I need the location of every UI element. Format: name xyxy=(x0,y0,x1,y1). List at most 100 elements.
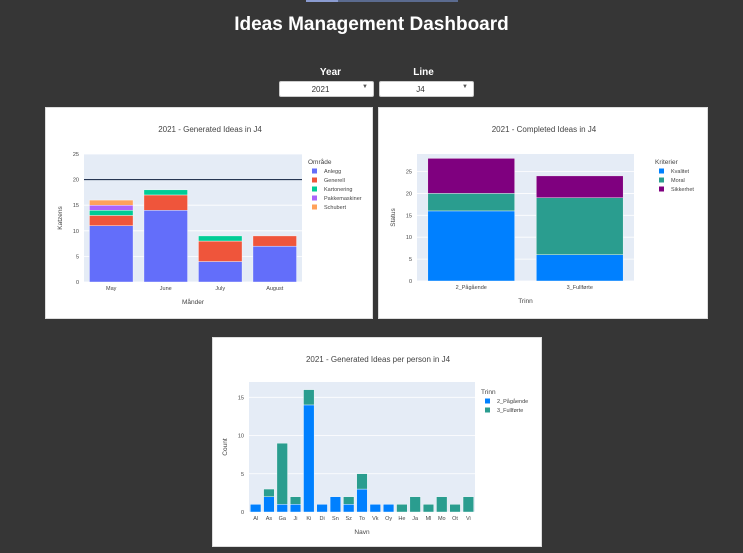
bar-segment xyxy=(263,496,275,513)
chart-title: 2021 - Completed Ideas in J4 xyxy=(492,125,597,134)
bar-segment xyxy=(250,504,262,513)
page-title: Ideas Management Dashboard xyxy=(234,14,509,35)
y-tick-label: 15 xyxy=(406,213,412,219)
bar-segment xyxy=(276,504,288,513)
x-tick-label: 2_Pågående xyxy=(456,284,487,291)
legend-label: Pakkemaskiner xyxy=(324,196,362,202)
legend-swatch xyxy=(312,195,317,201)
y-tick-label: 15 xyxy=(73,203,79,209)
bar-segment xyxy=(356,473,368,490)
legend-swatch xyxy=(312,204,317,210)
bar-segment xyxy=(422,504,434,513)
bar-segment xyxy=(536,175,624,198)
generated-ideas-chart[interactable]: 2021 - Generated Ideas in J4 0 5 10 15 20 25 Ma… xyxy=(46,108,374,320)
legend-label: Anlegg xyxy=(324,169,341,175)
legend-label: Sikkerhet xyxy=(671,187,694,193)
bar-segment xyxy=(303,389,315,406)
bar-segment xyxy=(252,235,297,247)
y-tick-label: 25 xyxy=(406,170,412,176)
bar-segment xyxy=(427,193,515,212)
year-dropdown[interactable]: 2021 ▼ xyxy=(279,81,374,97)
x-tick-label: Ki xyxy=(306,516,311,522)
bar-segment xyxy=(329,496,341,513)
line-dropdown[interactable]: J4 ▼ xyxy=(379,81,474,97)
bar-segment xyxy=(198,240,243,262)
bar-segment xyxy=(396,504,408,513)
x-tick-label: As xyxy=(266,516,273,522)
legend-label: Kvalitet xyxy=(671,169,690,175)
bar-segment xyxy=(89,215,134,226)
x-tick-label: Sn xyxy=(332,516,339,522)
y-tick-label: 10 xyxy=(238,434,244,440)
legend-title: Kriterier xyxy=(655,159,679,166)
bar-segment xyxy=(436,496,448,513)
x-tick-label: July xyxy=(215,286,225,292)
bar-segment xyxy=(89,204,134,211)
bar-segment xyxy=(427,158,515,194)
ideas-per-person-chart[interactable]: 2021 - Generated Ideas per person in J4 0… xyxy=(213,338,543,548)
x-tick-label: June xyxy=(160,286,172,292)
x-tick-label: May xyxy=(106,286,117,292)
legend-swatch xyxy=(312,177,317,183)
chevron-down-icon: ▼ xyxy=(462,84,468,90)
completed-ideas-card: 2021 - Completed Ideas in J4 0 5 10 15 20 25 2_… xyxy=(378,107,708,319)
legend-swatch xyxy=(312,186,317,192)
x-tick-label: Sz xyxy=(345,516,352,522)
bar-segment xyxy=(536,197,624,255)
bar-segment xyxy=(290,504,302,513)
y-tick-label: 5 xyxy=(241,472,244,478)
line-dropdown-value: J4 xyxy=(416,85,425,94)
x-tick-label: Ji xyxy=(294,516,298,522)
legend-swatch xyxy=(659,186,664,192)
generated-ideas-card: 2021 - Generated Ideas in J4 0 5 10 15 20 25 Ma… xyxy=(45,107,373,319)
bar-segment xyxy=(263,488,275,497)
chart-title: 2021 - Generated Ideas per person in J4 xyxy=(306,355,451,364)
legend-title: Område xyxy=(308,158,332,166)
bar-segment xyxy=(427,210,515,282)
x-tick-label: 3_Fullførte xyxy=(567,285,593,291)
bar-segment xyxy=(290,496,302,505)
x-tick-label: Ml xyxy=(426,516,432,522)
x-tick-label: Vk xyxy=(372,516,379,522)
legend-label: Kartonering xyxy=(324,187,352,193)
bar-segment xyxy=(143,194,188,211)
bar-segment xyxy=(383,504,395,513)
x-axis-title: Navn xyxy=(354,529,370,536)
bar-segment xyxy=(252,245,297,283)
x-tick-label: Ga xyxy=(279,516,287,522)
legend-swatch xyxy=(485,407,490,413)
line-filter-label: Line xyxy=(413,67,434,78)
completed-ideas-chart[interactable]: 2021 - Completed Ideas in J4 0 5 10 15 20 25 2_… xyxy=(379,108,709,320)
bar-segment xyxy=(276,442,288,505)
ideas-per-person-card: 2021 - Generated Ideas per person in J4 0… xyxy=(212,337,542,547)
x-tick-label: Al xyxy=(253,516,258,522)
legend-swatch xyxy=(485,398,490,404)
bar-segment xyxy=(198,261,243,283)
y-tick-label: 0 xyxy=(241,510,244,516)
legend-swatch xyxy=(659,177,664,183)
y-tick-label: 20 xyxy=(406,191,412,197)
legend-label: 3_Fullførte xyxy=(497,408,523,414)
x-axis-title: Månder xyxy=(182,298,205,306)
bar-segment xyxy=(409,496,421,513)
bar-segment xyxy=(89,210,134,216)
y-tick-label: 15 xyxy=(238,395,244,401)
legend-swatch xyxy=(312,168,317,174)
y-tick-label: 10 xyxy=(73,229,79,235)
y-tick-label: 25 xyxy=(73,152,79,158)
legend-swatch xyxy=(659,168,664,174)
x-tick-label: August xyxy=(266,286,284,292)
chart-title: 2021 - Generated Ideas in J4 xyxy=(158,125,262,134)
x-tick-label: To xyxy=(359,516,365,522)
legend-label: Generell xyxy=(324,178,345,184)
bar-segment xyxy=(343,504,355,513)
x-tick-label: Vi xyxy=(466,516,471,522)
bar-segment xyxy=(356,488,368,513)
bar-segment xyxy=(369,504,381,513)
x-tick-label: Mo xyxy=(438,516,446,522)
bar-segment xyxy=(89,199,134,206)
y-tick-label: 20 xyxy=(73,178,79,184)
bar-segment xyxy=(449,504,461,513)
bar-segment xyxy=(143,210,188,283)
y-tick-label: 10 xyxy=(406,235,412,241)
